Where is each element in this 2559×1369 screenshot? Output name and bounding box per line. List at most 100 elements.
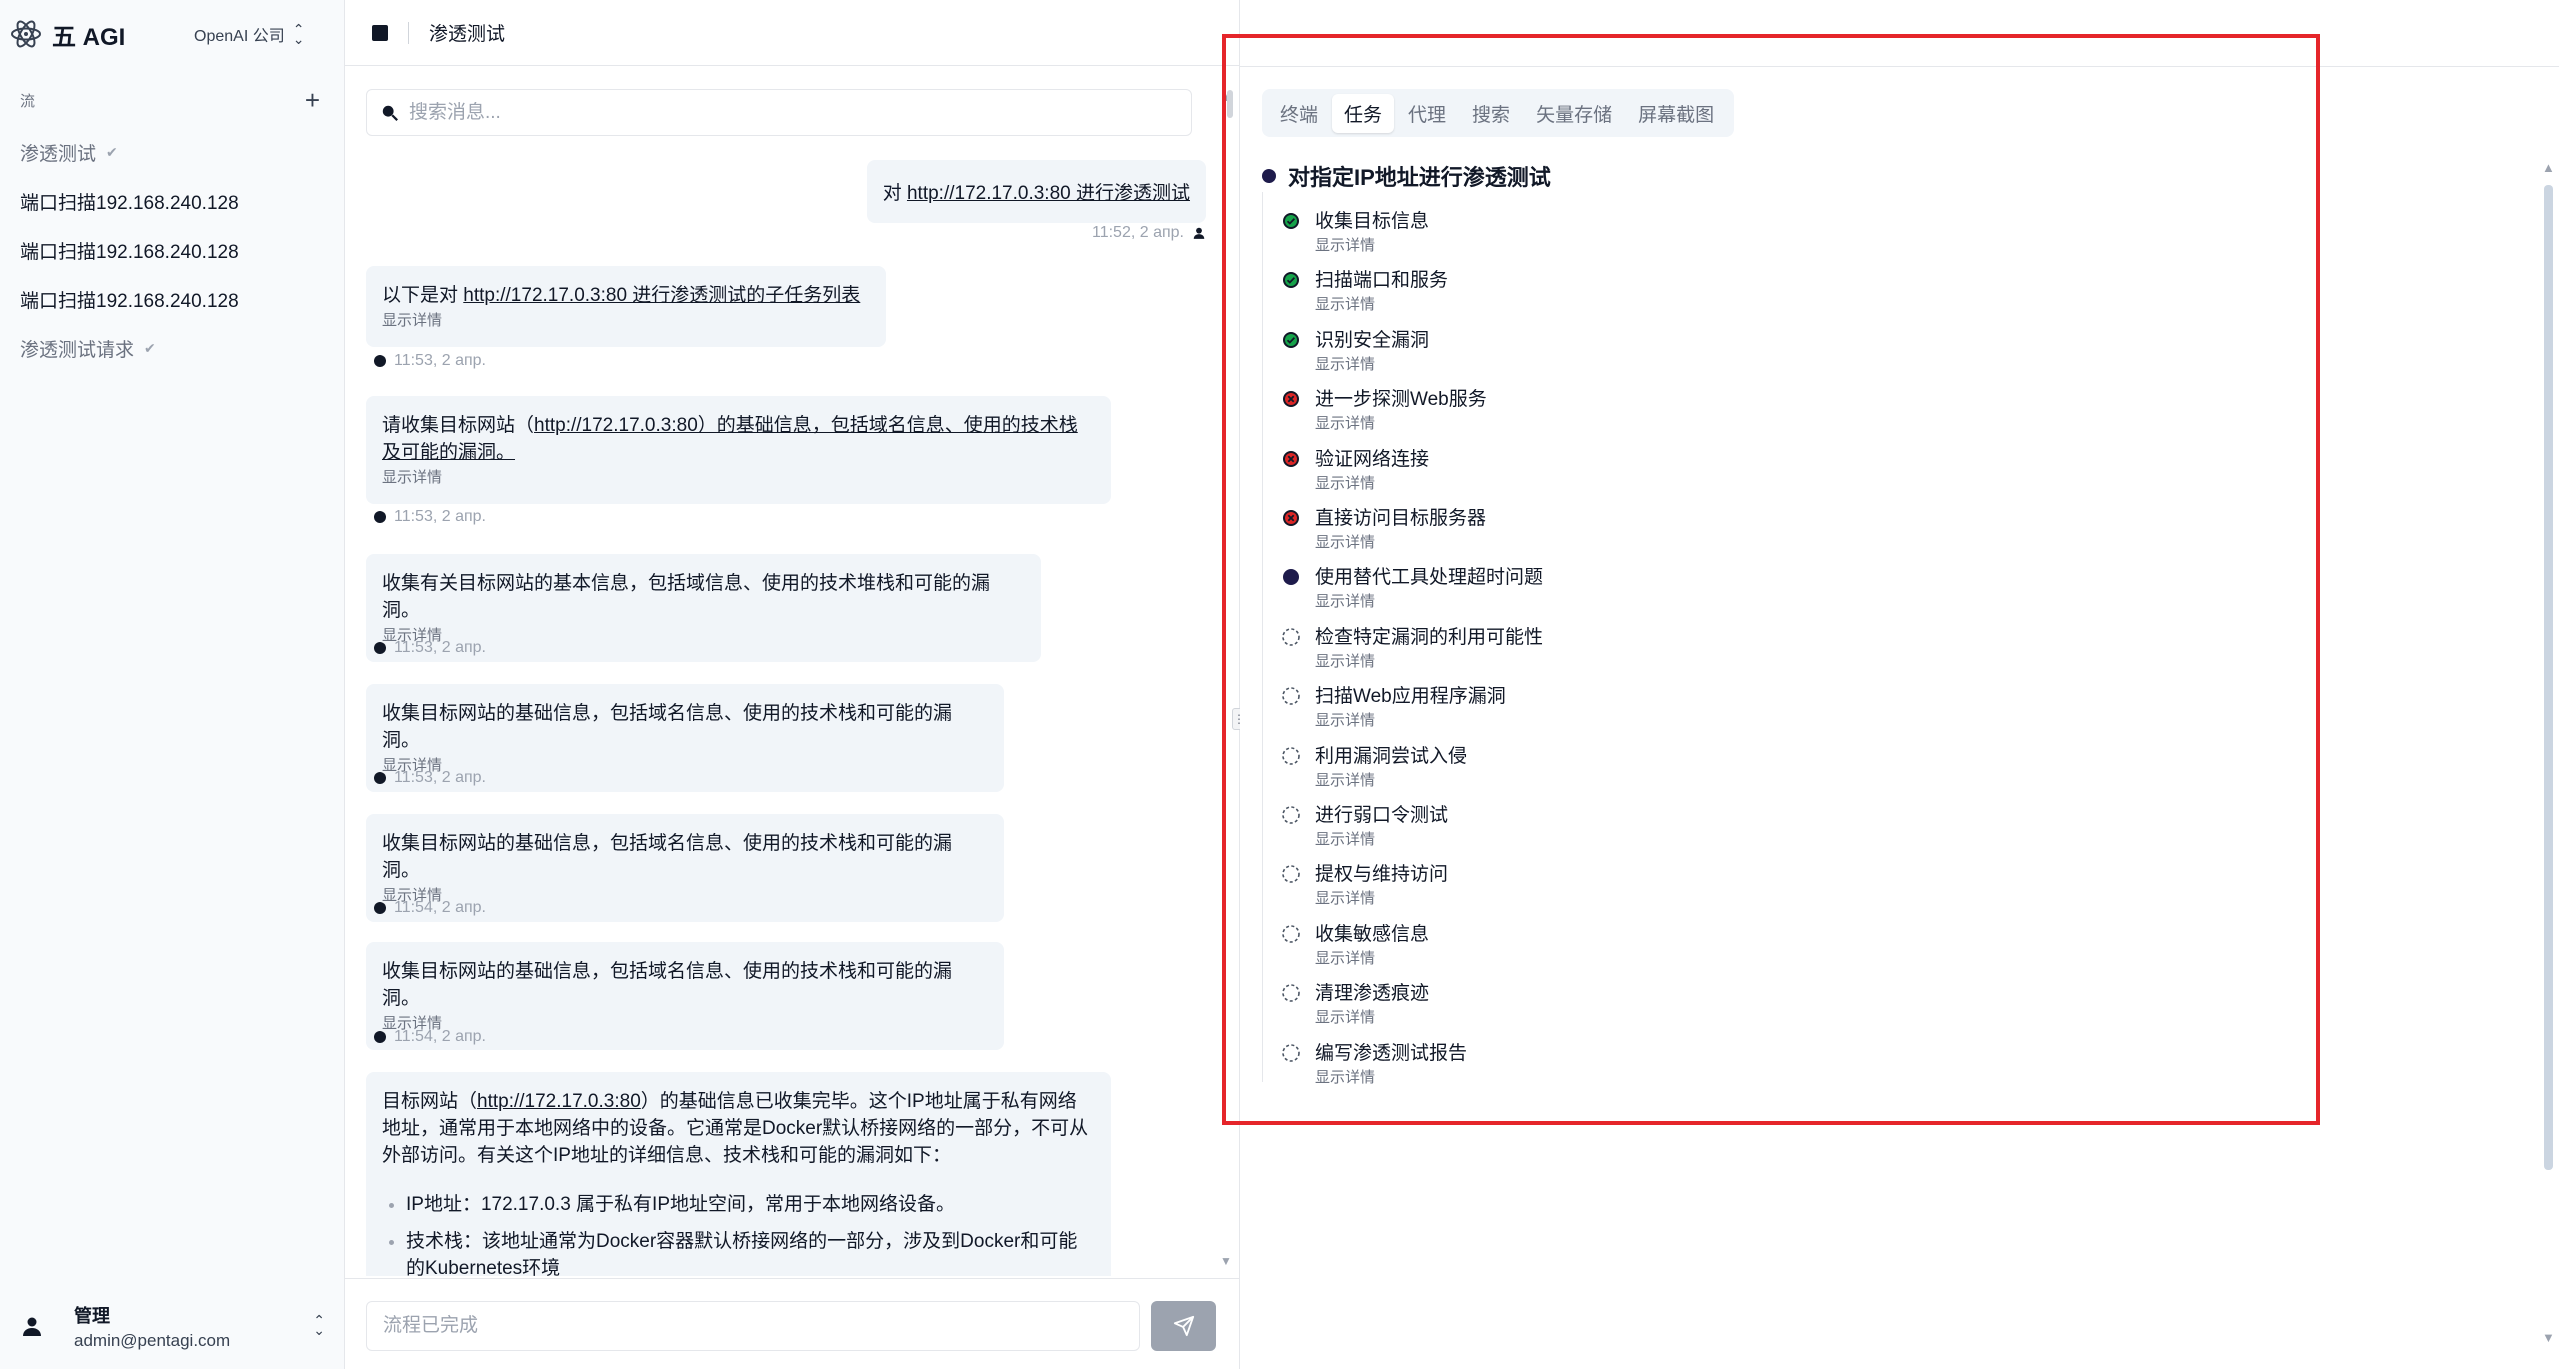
org-selector-label: OpenAI 公司 <box>194 28 285 45</box>
tab-agents[interactable]: 代理 <box>1396 94 1458 133</box>
task-label: 识别安全漏洞 <box>1315 329 1430 351</box>
show-details-link[interactable]: 显示详情 <box>1315 234 1375 255</box>
scroll-down-arrow[interactable]: ▼ <box>1220 1254 1232 1268</box>
task-item[interactable]: 清理渗透痕迹 显示详情 <box>1281 972 1781 1026</box>
task-item[interactable]: 识别安全漏洞 显示详情 <box>1281 319 1781 373</box>
tab-screenshots[interactable]: 屏幕截图 <box>1626 94 1726 133</box>
agent-message-text: 收集目标网站的基础信息，包括域名信息、使用的技术栈和可能的漏洞。 <box>382 703 953 751</box>
user-message-link[interactable]: http://172.17.0.3:80 进行渗透测试 <box>907 183 1190 204</box>
task-item[interactable]: 使用替代工具处理超时问题 显示详情 <box>1281 556 1781 610</box>
task-item[interactable]: 进行弱口令测试 显示详情 <box>1281 794 1781 848</box>
show-details-link[interactable]: 显示详情 <box>382 468 1095 488</box>
task-item[interactable]: 扫描Web应用程序漏洞 显示详情 <box>1281 675 1781 729</box>
show-details-link[interactable]: 显示详情 <box>1315 590 1375 611</box>
flow-item[interactable]: 渗透测试请求 ✔ <box>20 324 330 373</box>
stop-icon[interactable] <box>372 24 388 41</box>
tab-terminal[interactable]: 终端 <box>1268 94 1330 133</box>
task-item[interactable]: 进一步探测Web服务 显示详情 <box>1281 378 1781 432</box>
show-details-link[interactable]: 显示详情 <box>1315 887 1375 908</box>
message-input[interactable] <box>366 1301 1140 1351</box>
plus-icon[interactable]: + <box>305 87 320 113</box>
scroll-up-arrow[interactable]: ▲ <box>2542 160 2555 175</box>
show-details-link[interactable]: 显示详情 <box>1315 412 1375 433</box>
show-details-link[interactable]: 显示详情 <box>1315 1006 1375 1027</box>
tab-search[interactable]: 搜索 <box>1460 94 1522 133</box>
show-details-link[interactable]: 显示详情 <box>1315 472 1375 493</box>
show-details-link[interactable]: 显示详情 <box>1315 947 1375 968</box>
show-details-link[interactable]: 显示详情 <box>1315 828 1375 849</box>
status-pending-icon <box>1282 865 1300 884</box>
agent-icon <box>374 772 386 784</box>
timestamp: 11:53, 2 апр. <box>394 508 486 525</box>
message-meta: 11:53, 2 апр. <box>374 508 486 526</box>
timestamp: 11:53, 2 апр. <box>394 639 486 656</box>
tab-tasks[interactable]: 任务 <box>1332 93 1395 133</box>
user-info: 管理 admin@pentagi.com <box>74 1302 230 1351</box>
task-item[interactable]: 直接访问目标服务器 显示详情 <box>1281 497 1781 551</box>
task-label: 检查特定漏洞的利用可能性 <box>1315 626 1544 648</box>
message-meta: 11:53, 2 апр. <box>374 352 486 370</box>
timestamp: 11:53, 2 апр. <box>394 769 486 786</box>
send-button[interactable] <box>1151 1301 1216 1351</box>
show-details-link[interactable]: 显示详情 <box>1315 353 1375 374</box>
task-item[interactable]: 收集敏感信息 显示详情 <box>1281 913 1781 967</box>
status-pending-icon <box>1282 746 1300 765</box>
divider <box>408 21 409 44</box>
flow-item-label: 渗透测试请求 <box>20 340 135 361</box>
task-item[interactable]: 编写渗透测试报告 显示详情 <box>1281 1032 1781 1086</box>
show-details-link[interactable]: 显示详情 <box>1315 293 1375 314</box>
scrollbar[interactable] <box>2544 185 2553 1170</box>
timestamp: 11:54, 2 апр. <box>394 899 486 916</box>
check-icon: ✔ <box>144 340 156 356</box>
message-link[interactable]: http://172.17.0.3:80 <box>477 1091 641 1112</box>
flow-item[interactable]: 端口扫描192.168.240.128 <box>20 226 330 275</box>
agent-message-text: 请收集目标网站（http://172.17.0.3:80）的基础信息，包括域名信… <box>382 415 1078 463</box>
brand[interactable]: 五 AGI <box>10 18 125 51</box>
search-box[interactable] <box>366 89 1192 136</box>
tab-vector-store[interactable]: 矢量存储 <box>1524 94 1624 133</box>
task-label: 扫描Web应用程序漏洞 <box>1315 686 1506 708</box>
message-meta: 11:54, 2 апр. <box>374 1028 486 1046</box>
agent-message-text: 收集有关目标网站的基本信息，包括域信息、使用的技术堆栈和可能的漏洞。 <box>382 573 991 621</box>
check-icon: ✔ <box>106 144 118 160</box>
scroll-down-arrow[interactable]: ▼ <box>2542 1330 2555 1345</box>
task-item[interactable]: 扫描端口和服务 显示详情 <box>1281 259 1781 313</box>
task-item[interactable]: 检查特定漏洞的利用可能性 显示详情 <box>1281 616 1781 670</box>
task-item[interactable]: 验证网络连接 显示详情 <box>1281 438 1781 492</box>
show-details-link[interactable]: 显示详情 <box>1315 709 1375 730</box>
user-message-meta: 11:52, 2 апр. <box>1092 224 1206 242</box>
task-label: 进一步探测Web服务 <box>1315 389 1487 411</box>
flow-item[interactable]: 渗透测试 ✔ <box>20 128 330 177</box>
task-item[interactable]: 提权与维持访问 显示详情 <box>1281 853 1781 907</box>
timestamp: 11:54, 2 апр. <box>394 1028 486 1045</box>
org-selector[interactable]: OpenAI 公司 ⌃ ⌄ <box>194 22 304 46</box>
task-label: 利用漏洞尝试入侵 <box>1315 745 1468 767</box>
panel-scroll-thumb[interactable] <box>1227 90 1233 118</box>
agent-icon <box>374 355 386 367</box>
chat-panel: 渗透测试 ▲ 对 http://172.17.0.3:80 进行渗透测试 11:… <box>345 0 1240 1369</box>
show-details-link[interactable]: 显示详情 <box>1315 531 1375 552</box>
status-done-icon <box>1283 331 1299 348</box>
show-details-link[interactable]: 显示详情 <box>382 311 870 331</box>
status-running-icon <box>1283 569 1299 586</box>
user-message: 对 http://172.17.0.3:80 进行渗透测试 <box>866 160 1206 223</box>
flow-item[interactable]: 端口扫描192.168.240.128 <box>20 275 330 324</box>
task-item[interactable]: 利用漏洞尝试入侵 显示详情 <box>1281 735 1781 789</box>
user-menu[interactable]: 管理 admin@pentagi.com ⌃ ⌄ <box>20 1302 325 1351</box>
task-item[interactable]: 收集目标信息 显示详情 <box>1281 200 1781 254</box>
agent-message-text: 以下是对 http://172.17.0.3:80 进行渗透测试的子任务列表 <box>382 285 861 306</box>
search-input[interactable] <box>409 101 1169 124</box>
show-details-link[interactable]: 显示详情 <box>1315 650 1375 671</box>
flow-item[interactable]: 端口扫描192.168.240.128 <box>20 177 330 226</box>
task-label: 直接访问目标服务器 <box>1315 508 1487 529</box>
root-task: 对指定IP地址进行渗透测试 <box>1262 160 1551 192</box>
agent-message: 目标网站（http://172.17.0.3:80）的基础信息已收集完毕。这个I… <box>366 1072 1111 1276</box>
show-details-link[interactable]: 显示详情 <box>1315 769 1375 790</box>
show-details-link[interactable]: 显示详情 <box>1315 1066 1375 1087</box>
sidebar: 五 AGI OpenAI 公司 ⌃ ⌄ 流 + 渗透测试 ✔ 端口扫描192.16… <box>0 0 345 1369</box>
message-link[interactable]: http://172.17.0.3:80 进行渗透测试的子任务列表 <box>463 285 860 306</box>
user-email: admin@pentagi.com <box>74 1330 231 1350</box>
agent-message: 请收集目标网站（http://172.17.0.3:80）的基础信息，包括域名信… <box>366 396 1111 504</box>
user-icon <box>23 1317 41 1336</box>
flows-header: 流 + <box>20 87 320 113</box>
